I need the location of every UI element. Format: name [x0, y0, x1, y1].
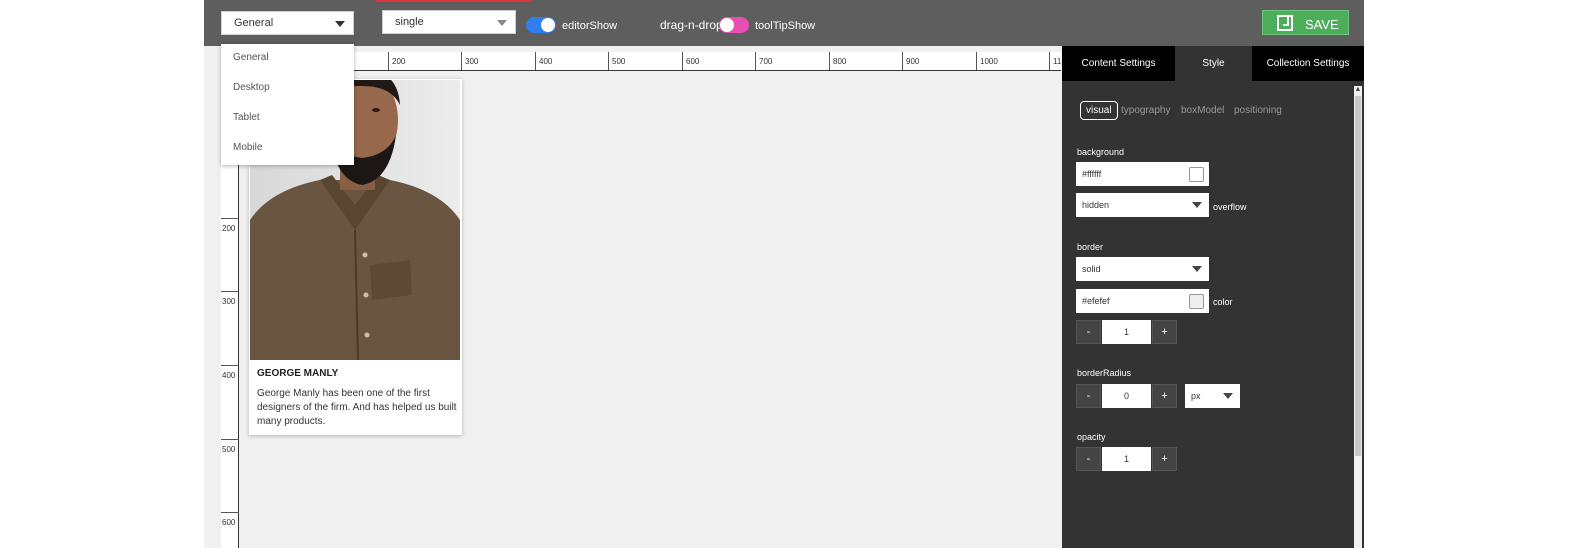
background-label: background: [1077, 147, 1125, 157]
background-color-value: #ffffff: [1082, 169, 1102, 179]
tab-style[interactable]: Style: [1175, 46, 1252, 81]
editor-show-label: editorShow: [562, 20, 618, 32]
decrement-button[interactable]: -: [1076, 384, 1101, 408]
mode-select-value: single: [395, 16, 424, 28]
ruler-tick: 1000: [976, 52, 998, 70]
ruler-top: 200 300 400 500 600 700 800 900 1000 11: [239, 52, 1061, 71]
decrement-button[interactable]: -: [1076, 320, 1101, 344]
subtab-box-model[interactable]: boxModel: [1181, 105, 1224, 116]
border-color-value: #efefef: [1082, 296, 1110, 306]
opacity-stepper: - 1 +: [1076, 447, 1177, 471]
tooltip-show-toggle[interactable]: [719, 17, 749, 33]
toolbar-accent-line: [376, 0, 532, 2]
subtab-typography[interactable]: typography: [1121, 105, 1170, 116]
border-color-label: color: [1213, 297, 1233, 307]
border-style-value: solid: [1082, 264, 1101, 274]
ruler-tick: 600: [221, 512, 239, 527]
overflow-value: hidden: [1082, 200, 1110, 210]
tooltip-show-label: toolTipShow: [755, 20, 816, 32]
drag-n-drop-label: drag-n-drop: [660, 18, 723, 32]
ruler-tick: 900: [902, 52, 919, 70]
top-toolbar: General single editorShow drag-n-drop to…: [204, 0, 1364, 46]
editor-show-toggle[interactable]: [526, 17, 556, 33]
ruler-tick: 500: [608, 52, 625, 70]
color-swatch[interactable]: [1189, 167, 1204, 182]
chevron-up-icon[interactable]: ▲: [1354, 86, 1362, 94]
border-radius-label: borderRadius: [1077, 368, 1132, 378]
border-radius-unit-select[interactable]: px: [1185, 384, 1240, 408]
increment-button[interactable]: +: [1152, 447, 1177, 471]
increment-button[interactable]: +: [1152, 320, 1177, 344]
device-dropdown-menu: General Desktop Tablet Mobile: [221, 44, 354, 165]
dropdown-item-tablet[interactable]: Tablet: [233, 112, 260, 123]
chevron-down-icon: [1223, 393, 1233, 399]
ruler-tick: 300: [221, 291, 239, 306]
save-button-label: SAVE: [1305, 17, 1339, 32]
increment-button[interactable]: +: [1152, 384, 1177, 408]
ruler-tick: 800: [829, 52, 846, 70]
page-margin-right: [1364, 0, 1579, 548]
background-color-input[interactable]: #ffffff: [1076, 162, 1209, 186]
ruler-tick: 200: [221, 218, 239, 233]
card-description: George Manly has been one of the first d…: [257, 388, 457, 427]
card-title: GEORGE MANLY: [257, 368, 339, 379]
editor-app: General single editorShow drag-n-drop to…: [204, 0, 1364, 548]
chevron-down-icon: [335, 21, 345, 27]
ruler-tick: 400: [221, 365, 239, 380]
tab-content-settings[interactable]: Content Settings: [1062, 46, 1175, 81]
subtab-positioning[interactable]: positioning: [1234, 105, 1282, 116]
opacity-label: opacity: [1077, 432, 1106, 442]
dropdown-item-mobile[interactable]: Mobile: [233, 142, 262, 153]
ruler-tick: 700: [755, 52, 772, 70]
border-style-select[interactable]: solid: [1076, 257, 1209, 281]
scrollbar-thumb[interactable]: [1355, 96, 1361, 456]
device-select-value: General: [234, 17, 274, 29]
border-width-stepper: - 1 +: [1076, 320, 1177, 344]
overflow-label: overflow: [1213, 202, 1247, 212]
border-color-input[interactable]: #efefef: [1076, 289, 1209, 313]
ruler-tick: 11: [1049, 52, 1061, 70]
opacity-value[interactable]: 1: [1102, 447, 1151, 471]
style-panel: Content Settings Style Collection Settin…: [1062, 46, 1364, 548]
dropdown-item-general[interactable]: General: [233, 52, 269, 63]
device-select[interactable]: General: [221, 11, 354, 35]
border-width-value[interactable]: 1: [1102, 320, 1151, 344]
chevron-down-icon: [1192, 266, 1202, 272]
toggle-knob: [720, 18, 734, 32]
panel-scrollbar[interactable]: ▲: [1354, 86, 1362, 548]
ruler-tick: 500: [221, 439, 239, 454]
page-margin-left: [0, 0, 204, 548]
ruler-tick: 600: [682, 52, 699, 70]
dropdown-item-desktop[interactable]: Desktop: [233, 82, 270, 93]
overflow-select[interactable]: hidden: [1076, 193, 1209, 217]
save-icon: [1277, 15, 1293, 31]
ruler-tick: 400: [535, 52, 552, 70]
subtab-visual[interactable]: visual: [1080, 101, 1118, 120]
border-label: border: [1077, 242, 1104, 252]
mode-select[interactable]: single: [382, 10, 516, 34]
unit-value: px: [1191, 391, 1201, 401]
toggle-knob: [541, 18, 555, 32]
ruler-tick: 200: [388, 52, 405, 70]
color-swatch[interactable]: [1189, 294, 1204, 309]
chevron-down-icon: [1192, 202, 1202, 208]
panel-tabs: Content Settings Style Collection Settin…: [1062, 46, 1364, 81]
chevron-down-icon: [497, 20, 507, 26]
save-button[interactable]: SAVE: [1262, 10, 1349, 35]
border-radius-stepper: - 0 +: [1076, 384, 1177, 408]
decrement-button[interactable]: -: [1076, 447, 1101, 471]
border-radius-value[interactable]: 0: [1102, 384, 1151, 408]
tab-collection-settings[interactable]: Collection Settings: [1252, 46, 1364, 81]
ruler-tick: 300: [461, 52, 478, 70]
